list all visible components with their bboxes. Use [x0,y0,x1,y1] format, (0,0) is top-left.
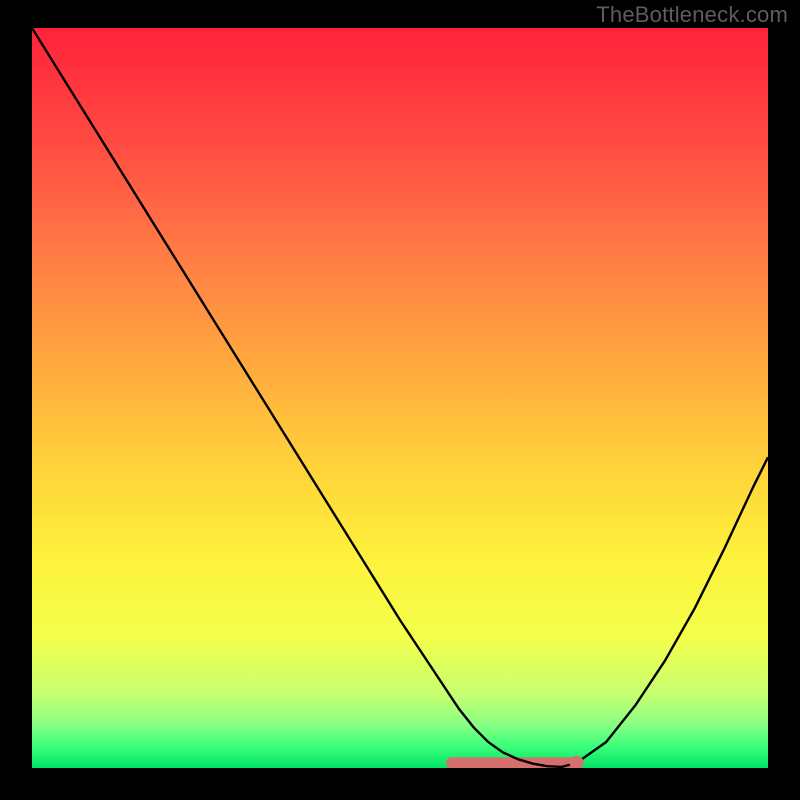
chart-frame: TheBottleneck.com [0,0,800,800]
gradient-background [32,28,768,768]
watermark-text: TheBottleneck.com [596,2,788,28]
bottleneck-chart [32,28,768,768]
